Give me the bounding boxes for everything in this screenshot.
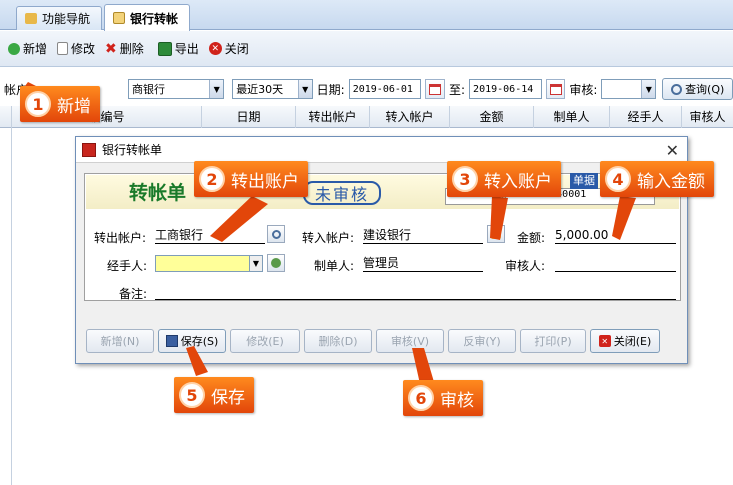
callout-text: 转出账户 bbox=[231, 171, 299, 192]
callout-step-5: 5 保存 bbox=[174, 377, 254, 413]
callout-text: 输入金额 bbox=[637, 171, 705, 192]
callout-text: 转入账户 bbox=[484, 171, 552, 192]
arrow-6 bbox=[412, 348, 434, 384]
callout-number: 2 bbox=[199, 166, 225, 192]
callout-step-6: 6 审核 bbox=[403, 380, 483, 416]
callout-number: 4 bbox=[605, 166, 631, 192]
callout-step-1: 1 新增 bbox=[20, 86, 100, 122]
callout-text: 新增 bbox=[57, 96, 91, 117]
callout-text: 保存 bbox=[211, 387, 245, 408]
callout-step-2: 2 转出账户 bbox=[194, 161, 308, 197]
arrow-5 bbox=[186, 346, 208, 376]
callout-step-3: 3 转入账户 bbox=[447, 161, 561, 197]
arrow-4 bbox=[612, 196, 636, 240]
callout-step-4: 4 输入金额 bbox=[600, 161, 714, 197]
callout-arrows bbox=[22, 82, 636, 384]
callout-number: 3 bbox=[452, 166, 478, 192]
callout-number: 6 bbox=[408, 385, 434, 411]
callout-text: 审核 bbox=[440, 390, 474, 411]
callout-number: 1 bbox=[25, 91, 51, 117]
callout-number: 5 bbox=[179, 382, 205, 408]
arrow-2 bbox=[210, 196, 268, 242]
arrow-3 bbox=[490, 196, 508, 240]
